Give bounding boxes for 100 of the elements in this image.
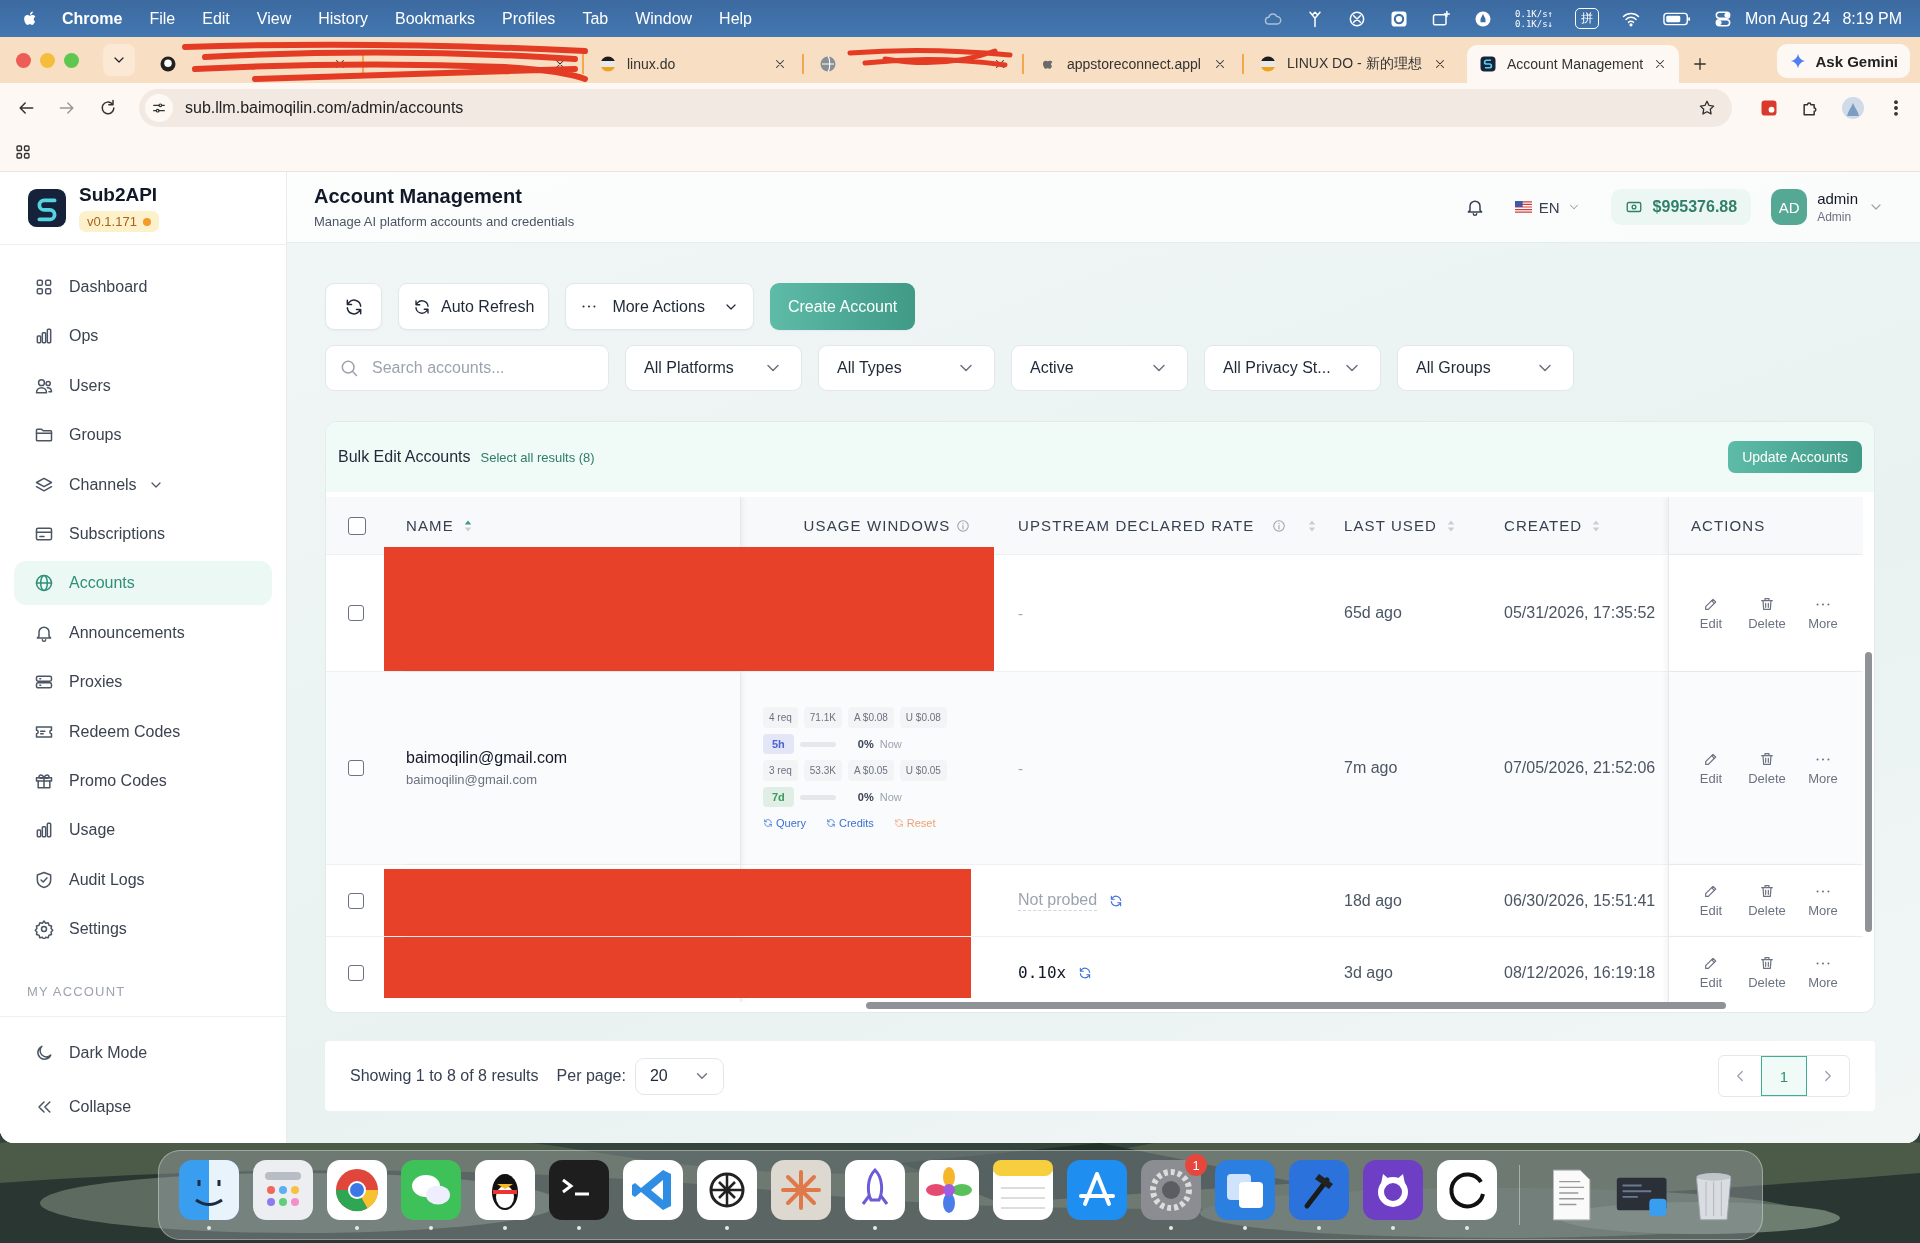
edit-button[interactable]: Edit	[1689, 595, 1733, 631]
column-header[interactable]: NAME	[406, 517, 454, 534]
menu-item[interactable]: Chrome	[62, 9, 123, 28]
nav-item[interactable]: Audit Logs	[14, 857, 272, 902]
browser-tab[interactable]: appstoreconnect.appl	[1027, 45, 1239, 83]
extension-icon[interactable]	[1759, 98, 1779, 118]
row-checkbox[interactable]	[348, 964, 364, 981]
edit-button[interactable]: Edit	[1689, 750, 1733, 786]
app-grid-icon[interactable]	[253, 1160, 313, 1220]
nav-item[interactable]: Dashboard	[14, 265, 272, 309]
nav-item[interactable]: Settings	[14, 907, 272, 952]
nav-item[interactable]: Promo Codes	[14, 758, 272, 803]
menu-item[interactable]: Window	[635, 9, 693, 28]
gemini-button[interactable]: Ask Gemini	[1777, 44, 1910, 78]
chat-bubbles-icon[interactable]	[401, 1160, 461, 1220]
windows-icon[interactable]	[1215, 1160, 1275, 1220]
column-header[interactable]: LAST USED	[1344, 517, 1437, 534]
more-button[interactable]: More	[1801, 955, 1845, 990]
filter-dropdown[interactable]: All Privacy St...	[1204, 345, 1381, 391]
row-checkbox[interactable]	[348, 605, 364, 621]
menubar-date[interactable]: Mon Aug 24	[1745, 9, 1831, 28]
menu-item[interactable]: History	[318, 9, 368, 28]
more-button[interactable]: More	[1801, 595, 1845, 631]
scrollbar[interactable]	[866, 1002, 1726, 1009]
close-icon[interactable]	[993, 57, 1007, 71]
filter-dropdown[interactable]: Active	[1011, 345, 1188, 391]
nav-item[interactable]: Announcements	[14, 610, 272, 655]
more-button[interactable]: More	[1801, 883, 1845, 918]
notepad-icon[interactable]	[993, 1160, 1053, 1220]
penguin-icon[interactable]	[475, 1160, 535, 1220]
select-all-link[interactable]: Select all results (8)	[480, 449, 595, 465]
menu-item[interactable]: Bookmarks	[395, 9, 475, 28]
nav-item[interactable]: Proxies	[14, 660, 272, 705]
menu-item[interactable]: Profiles	[502, 9, 556, 28]
flower-icon[interactable]	[919, 1160, 979, 1220]
bookmark-star-icon[interactable]	[1698, 99, 1716, 117]
usage-link[interactable]: Query	[763, 817, 806, 829]
nav-item[interactable]: Subscriptions	[14, 511, 272, 556]
search-field[interactable]: Search accounts...	[325, 345, 609, 391]
browser-logo-icon[interactable]	[327, 1160, 387, 1220]
nav-item[interactable]: Channels	[14, 462, 272, 507]
smiling-face-icon[interactable]	[179, 1160, 239, 1220]
profile-avatar-icon[interactable]	[1841, 96, 1865, 120]
browser-tab[interactable]: linux.do	[587, 45, 799, 83]
scrollbar[interactable]	[1865, 652, 1872, 932]
delete-button[interactable]: Delete	[1745, 750, 1789, 786]
browser-tab[interactable]: Account Management	[1467, 45, 1679, 83]
row-checkbox[interactable]	[348, 892, 364, 909]
knot-logo-icon[interactable]	[697, 1160, 757, 1220]
new-tab-icon[interactable]	[1691, 55, 1709, 73]
column-header[interactable]: CREATED	[1504, 517, 1583, 534]
per-page-select[interactable]: 20	[634, 1057, 724, 1095]
menubar-time[interactable]: 8:19 PM	[1842, 9, 1902, 28]
close-icon[interactable]	[1433, 57, 1447, 71]
nav-item[interactable]: Accounts	[14, 561, 272, 606]
address-bar[interactable]: sub.llm.baimoqilin.com/admin/accounts	[139, 89, 1732, 127]
select-all-checkbox[interactable]	[348, 516, 366, 535]
menu-item[interactable]: View	[256, 9, 292, 28]
cat-icon[interactable]	[1363, 1160, 1423, 1220]
menu-item[interactable]: File	[149, 9, 176, 28]
nav-item[interactable]: Ops	[14, 314, 272, 359]
edit-button[interactable]: Edit	[1689, 955, 1733, 990]
auto-refresh-button[interactable]: Auto Refresh	[398, 283, 550, 330]
apps-grid-icon[interactable]	[14, 143, 32, 161]
ring-icon[interactable]	[1437, 1160, 1497, 1220]
language-selector[interactable]: EN	[1514, 198, 1581, 216]
nav-item[interactable]: Redeem Codes	[14, 709, 272, 754]
hammer-icon[interactable]	[1289, 1160, 1349, 1220]
nav-item[interactable]: Users	[14, 363, 272, 408]
nav-item[interactable]: Usage	[14, 808, 272, 853]
rocket-icon[interactable]	[845, 1160, 905, 1220]
filter-dropdown[interactable]: All Types	[818, 345, 995, 391]
menu-item[interactable]: Tab	[582, 9, 609, 28]
delete-button[interactable]: Delete	[1745, 595, 1789, 631]
delete-button[interactable]: Delete	[1745, 955, 1789, 990]
page-button[interactable]: 1	[1761, 1056, 1807, 1096]
battery-icon[interactable]	[1663, 10, 1691, 27]
column-header[interactable]: ACTIONS	[1691, 517, 1766, 534]
collapse-button[interactable]: Collapse	[14, 1085, 272, 1130]
input-method[interactable]: 拼	[1575, 8, 1599, 29]
row-checkbox[interactable]	[348, 760, 364, 776]
refresh-icon[interactable]	[1078, 965, 1093, 980]
gear-icon[interactable]	[1141, 1160, 1201, 1220]
terminal-icon[interactable]	[549, 1160, 609, 1220]
site-settings-button[interactable]	[145, 94, 173, 122]
dark-mode-button[interactable]: Dark Mode	[14, 1031, 272, 1076]
column-header[interactable]: UPSTREAM DECLARED RATE	[1018, 517, 1255, 534]
close-icon[interactable]	[1653, 57, 1667, 71]
menu-item[interactable]: Edit	[202, 9, 230, 28]
refresh-button[interactable]	[325, 283, 382, 330]
code-editor-icon[interactable]	[623, 1160, 683, 1220]
letter-a-icon[interactable]	[1067, 1160, 1127, 1220]
delete-button[interactable]: Delete	[1745, 883, 1789, 918]
more-actions-button[interactable]: More Actions	[565, 283, 754, 330]
refresh-icon[interactable]	[1109, 893, 1124, 908]
starburst-icon[interactable]	[771, 1160, 831, 1220]
filter-dropdown[interactable]: All Platforms	[625, 345, 802, 391]
nav-item[interactable]: Groups	[14, 413, 272, 458]
window-control[interactable]	[16, 53, 31, 68]
browser-tab[interactable]: LINUX DO - 新的理想	[1247, 45, 1459, 83]
